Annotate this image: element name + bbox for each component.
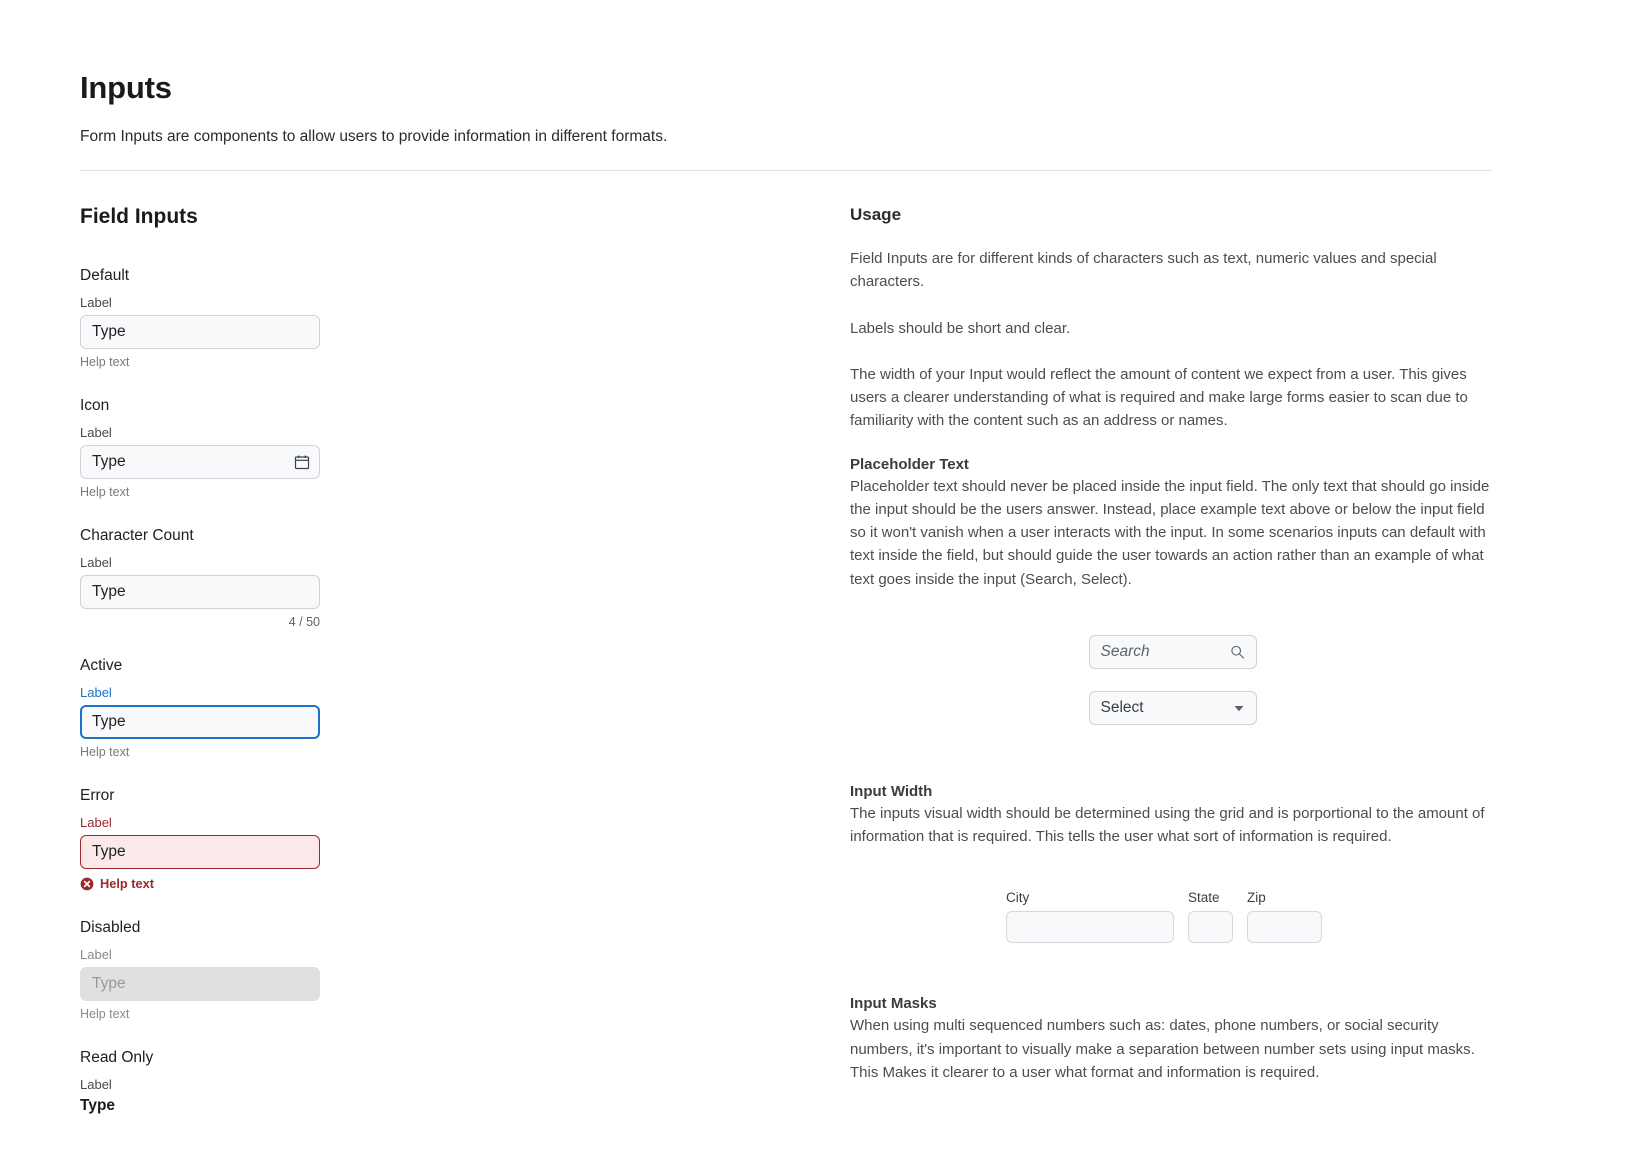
- zip-input[interactable]: [1247, 911, 1322, 943]
- field-group-default: Default Label Help text: [80, 267, 850, 369]
- field-label-icon: Label: [80, 425, 850, 440]
- input-character-count[interactable]: [80, 575, 320, 609]
- input-wrap-icon: [80, 445, 320, 479]
- field-label-character-count: Label: [80, 555, 850, 570]
- input-wrap-character-count: [80, 575, 320, 609]
- input-wrap-disabled: [80, 967, 320, 1001]
- zip-label: Zip: [1247, 890, 1322, 905]
- input-wrap-active: [80, 705, 320, 739]
- city-input[interactable]: [1006, 911, 1174, 943]
- input-active[interactable]: [80, 705, 320, 739]
- field-state-name-icon: Icon: [80, 397, 850, 415]
- input-icon[interactable]: [80, 445, 320, 479]
- field-help-error: Help text: [80, 876, 850, 891]
- field-help-default: Help text: [80, 355, 850, 369]
- page-subtitle: Form Inputs are components to allow user…: [80, 128, 1555, 146]
- input-width-heading: Input Width: [850, 783, 1495, 800]
- character-counter: 4 / 50: [80, 615, 320, 629]
- field-state-name-read-only: Read Only: [80, 1049, 850, 1067]
- field-label-default: Label: [80, 295, 850, 310]
- input-masks-body: When using multi sequenced numbers such …: [850, 1014, 1495, 1084]
- field-label-read-only: Label: [80, 1077, 850, 1092]
- select-value-text: Select: [1101, 699, 1144, 717]
- input-wrap-default: [80, 315, 320, 349]
- field-group-icon: Icon Label Help text: [80, 397, 850, 499]
- usage-column: Usage Field Inputs are for different kin…: [850, 205, 1495, 1106]
- field-inputs-column: Field Inputs Default Label Help text Ico…: [80, 205, 850, 1143]
- search-input-example[interactable]: Search: [1089, 635, 1257, 669]
- field-group-disabled: Disabled Label Help text: [80, 919, 850, 1021]
- field-group-error: Error Label Help text: [80, 787, 850, 891]
- input-disabled: [80, 967, 320, 1001]
- page-title: Inputs: [80, 70, 1555, 106]
- input-wrap-error: [80, 835, 320, 869]
- input-masks-heading: Input Masks: [850, 995, 1495, 1012]
- input-masks-section: Input Masks When using multi sequenced n…: [850, 995, 1495, 1084]
- usage-paragraph-2: Labels should be short and clear.: [850, 317, 1495, 340]
- usage-title: Usage: [850, 205, 1495, 225]
- input-width-section: Input Width The inputs visual width shou…: [850, 783, 1495, 849]
- search-placeholder-text: Search: [1101, 643, 1150, 661]
- field-group-active: Active Label Help text: [80, 657, 850, 759]
- error-help-text: Help text: [100, 876, 154, 891]
- search-icon[interactable]: [1230, 644, 1245, 659]
- field-help-disabled: Help text: [80, 1007, 850, 1021]
- section-title-field-inputs: Field Inputs: [80, 205, 850, 229]
- input-error[interactable]: [80, 835, 320, 869]
- placeholder-text-body: Placeholder text should never be placed …: [850, 475, 1495, 591]
- field-state-name-default: Default: [80, 267, 850, 285]
- usage-paragraph-1: Field Inputs are for different kinds of …: [850, 247, 1495, 294]
- placeholder-examples: Search Select: [850, 635, 1495, 747]
- select-input-example[interactable]: Select: [1089, 691, 1257, 725]
- field-state-name-disabled: Disabled: [80, 919, 850, 937]
- placeholder-text-heading: Placeholder Text: [850, 456, 1495, 473]
- field-state-name-error: Error: [80, 787, 850, 805]
- state-label: State: [1188, 890, 1233, 905]
- field-label-active: Label: [80, 685, 850, 700]
- field-label-disabled: Label: [80, 947, 850, 962]
- inputs-documentation-page: Inputs Form Inputs are components to all…: [0, 0, 1635, 1143]
- city-label: City: [1006, 890, 1174, 905]
- input-width-body: The inputs visual width should be determ…: [850, 802, 1495, 849]
- field-label-error: Label: [80, 815, 850, 830]
- field-help-icon: Help text: [80, 485, 850, 499]
- zip-field-group: Zip: [1247, 890, 1322, 943]
- field-group-character-count: Character Count Label 4 / 50: [80, 527, 850, 629]
- field-state-name-active: Active: [80, 657, 850, 675]
- placeholder-text-section: Placeholder Text Placeholder text should…: [850, 456, 1495, 591]
- field-state-name-character-count: Character Count: [80, 527, 850, 545]
- usage-paragraph-3: The width of your Input would reflect th…: [850, 363, 1495, 433]
- chevron-down-icon[interactable]: [1233, 702, 1245, 714]
- state-field-group: State: [1188, 890, 1233, 943]
- city-field-group: City: [1006, 890, 1174, 943]
- state-input[interactable]: [1188, 911, 1233, 943]
- input-width-examples: City State Zip: [1006, 890, 1495, 943]
- header-divider: [80, 170, 1492, 171]
- error-circle-icon: [80, 877, 94, 891]
- read-only-value: Type: [80, 1097, 850, 1115]
- field-group-read-only: Read Only Label Type: [80, 1049, 850, 1115]
- input-default[interactable]: [80, 315, 320, 349]
- field-help-active: Help text: [80, 745, 850, 759]
